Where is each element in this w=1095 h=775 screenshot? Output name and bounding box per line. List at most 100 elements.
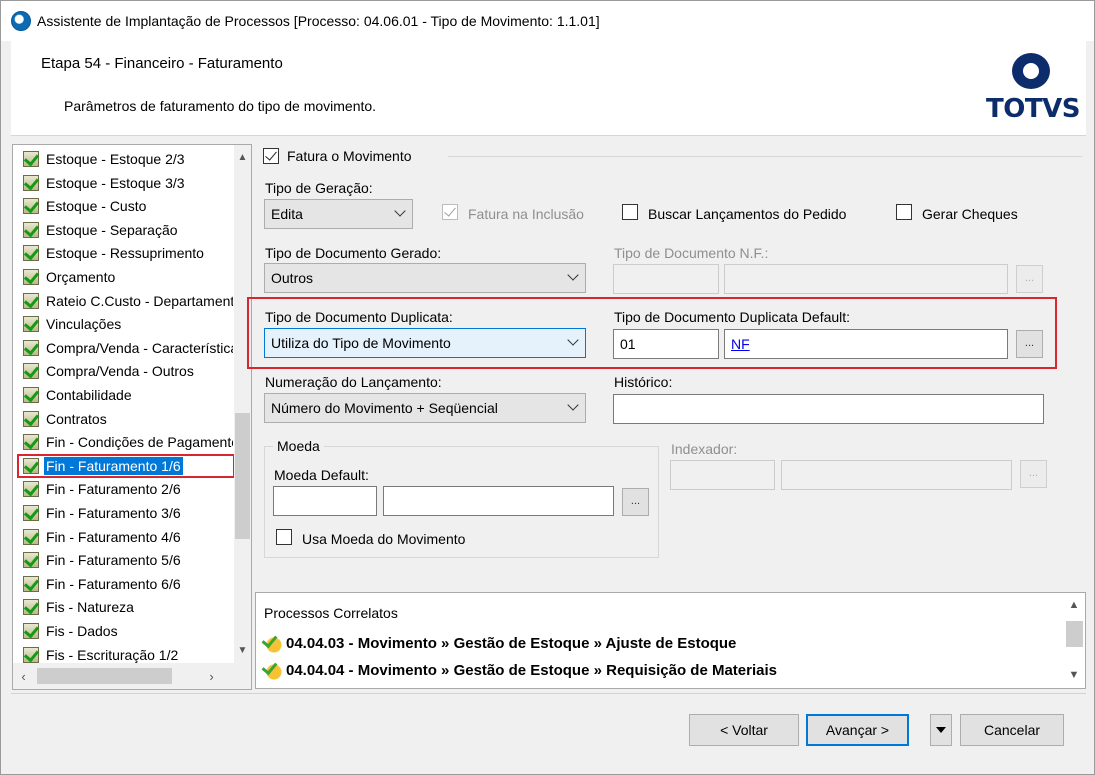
- tree-item[interactable]: Fin - Condições de Pagamento: [23, 431, 233, 453]
- tree-item[interactable]: Orçamento: [23, 266, 233, 288]
- tree-item[interactable]: Vinculações: [23, 313, 233, 335]
- totvs-logo: TOTVS: [986, 53, 1080, 133]
- numeracao-lancamento-select[interactable]: Número do Movimento + Seqüencial: [264, 393, 586, 423]
- tree-item[interactable]: Estoque - Separação: [23, 219, 233, 241]
- tree-item-label: Compra/Venda - Outros: [46, 363, 194, 380]
- tree-item[interactable]: Fis - Dados: [23, 620, 233, 642]
- related-process-item[interactable]: 04.04.03 - Movimento » Gestão de Estoque…: [262, 633, 736, 653]
- tipo-documento-nf-desc: [724, 264, 1008, 294]
- related-scrollbar[interactable]: ▲ ▼: [1063, 593, 1085, 688]
- moeda-lookup-button[interactable]: ...: [622, 488, 649, 516]
- tipo-documento-duplicata-lookup-button[interactable]: ...: [1016, 330, 1043, 358]
- scroll-down-icon[interactable]: ▼: [234, 642, 251, 659]
- tree-item[interactable]: Fis - Natureza: [23, 596, 233, 618]
- tipo-documento-duplicata-default-link[interactable]: NF: [731, 336, 750, 352]
- tipo-documento-duplicata-label: Tipo de Documento Duplicata:: [265, 309, 453, 325]
- step-done-icon: [23, 410, 39, 427]
- tree-item[interactable]: Compra/Venda - Outros: [23, 360, 233, 382]
- back-button[interactable]: < Voltar: [689, 714, 799, 746]
- tree-item-label: Fin - Faturamento 2/6: [46, 481, 181, 498]
- next-button[interactable]: Avançar >: [806, 714, 909, 746]
- tipo-documento-gerado-select[interactable]: Outros: [264, 263, 586, 293]
- tree-item[interactable]: Contabilidade: [23, 384, 233, 406]
- scroll-up-icon[interactable]: ▲: [234, 149, 251, 166]
- tipo-documento-duplicata-default-desc[interactable]: NF: [724, 329, 1008, 359]
- tree-item[interactable]: Compra/Venda - Características: [23, 337, 233, 359]
- tree-item-label: Fis - Escrituração 1/2: [46, 646, 179, 663]
- indexador-label: Indexador:: [671, 441, 738, 457]
- step-description: Parâmetros de faturamento do tipo de mov…: [64, 98, 377, 114]
- step-done-icon: [23, 174, 39, 191]
- tree-item[interactable]: Fin - Faturamento 4/6: [23, 526, 233, 548]
- tipo-documento-duplicata-default-code[interactable]: 01: [613, 329, 719, 359]
- tree-item-label: Estoque - Estoque 2/3: [46, 151, 185, 167]
- related-process-label[interactable]: 04.04.03 - Movimento » Gestão de Estoque…: [286, 635, 736, 652]
- steps-tree[interactable]: Estoque - Estoque 2/3 Estoque - Estoque 3…: [12, 144, 252, 690]
- tree-scroll-thumb[interactable]: [235, 413, 250, 539]
- window-title: Assistente de Implantação de Processos […: [37, 13, 600, 29]
- step-done-icon: [23, 339, 39, 356]
- title-bar: Assistente de Implantação de Processos […: [1, 1, 1094, 41]
- related-process-item[interactable]: 04.04.04 - Movimento » Gestão de Estoque…: [262, 660, 777, 680]
- gerar-cheques-checkbox[interactable]: [896, 204, 912, 220]
- step-done-icon: [23, 623, 39, 639]
- tree-item[interactable]: Fin - Faturamento 6/6: [23, 573, 233, 595]
- logo-text: TOTVS: [986, 94, 1080, 124]
- tipo-geracao-label: Tipo de Geração:: [265, 180, 373, 196]
- step-done-icon: [23, 599, 39, 616]
- related-scroll-thumb[interactable]: [1066, 621, 1083, 647]
- chevron-down-icon: [394, 205, 406, 217]
- moeda-default-label: Moeda Default:: [274, 467, 369, 483]
- step-done-icon: [23, 269, 39, 285]
- related-processes-panel: Processos Correlatos 04.04.03 - Moviment…: [255, 592, 1086, 689]
- historico-input[interactable]: [613, 394, 1044, 424]
- tree-item-label: Contratos: [46, 410, 107, 427]
- tree-item[interactable]: Fin - Faturamento 2/6: [23, 478, 233, 500]
- scroll-right-icon[interactable]: ›: [203, 668, 220, 685]
- tree-item-label: Compra/Venda - Características: [46, 339, 233, 356]
- fatura-inclusao-checkbox[interactable]: [442, 204, 458, 220]
- step-done-icon: [23, 552, 39, 569]
- tree-item-label: Rateio C.Custo - Departamento: [46, 292, 233, 309]
- tree-item-label: Estoque - Estoque 3/3: [46, 174, 185, 191]
- tree-hscroll-thumb[interactable]: [37, 668, 172, 684]
- tree-vertical-scrollbar[interactable]: ▲ ▼: [234, 145, 251, 663]
- tree-item-label: Fin - Faturamento 3/6: [46, 505, 181, 521]
- tree-item[interactable]: Estoque - Ressuprimento: [23, 242, 233, 264]
- tree-horizontal-scrollbar[interactable]: ‹ ›: [13, 663, 251, 689]
- tree-item-label: Fin - Faturamento 6/6: [46, 575, 181, 592]
- wizard-header: Etapa 54 - Financeiro - Faturamento Parâ…: [11, 41, 1086, 136]
- moeda-default-code[interactable]: [273, 486, 377, 516]
- cancel-button[interactable]: Cancelar: [960, 714, 1064, 746]
- tipo-geracao-value: Edita: [271, 206, 303, 222]
- tipo-documento-duplicata-select[interactable]: Utiliza do Tipo de Movimento: [264, 328, 586, 358]
- tree-item[interactable]: Estoque - Custo: [23, 195, 233, 217]
- step-done-icon: [23, 292, 39, 309]
- group-separator: [448, 156, 1082, 157]
- tree-item-label: Estoque - Separação: [46, 221, 178, 238]
- fatura-movimento-checkbox[interactable]: [263, 148, 279, 164]
- step-done-icon: [23, 505, 39, 521]
- moeda-group-label: Moeda: [273, 438, 324, 454]
- tree-item[interactable]: Rateio C.Custo - Departamento: [23, 290, 233, 312]
- buscar-lancamentos-checkbox[interactable]: [622, 204, 638, 220]
- tree-item[interactable]: Estoque - Estoque 2/3: [23, 148, 233, 170]
- scroll-left-icon[interactable]: ‹: [15, 668, 32, 685]
- tipo-geracao-select[interactable]: Edita: [264, 199, 413, 229]
- related-processes-title: Processos Correlatos: [264, 605, 398, 621]
- tree-item[interactable]: Fin - Faturamento 3/6: [23, 502, 233, 524]
- related-process-label[interactable]: 04.04.04 - Movimento » Gestão de Estoque…: [286, 662, 777, 679]
- tree-item[interactable]: Contratos: [23, 408, 233, 430]
- usa-moeda-movimento-checkbox[interactable]: [276, 529, 292, 545]
- moeda-default-desc[interactable]: [383, 486, 614, 516]
- step-done-icon: [23, 198, 39, 215]
- tree-item[interactable]: Estoque - Estoque 3/3: [23, 172, 233, 194]
- scroll-up-icon[interactable]: ▲: [1063, 599, 1085, 611]
- tree-item[interactable]: Fin - Faturamento 5/6: [23, 549, 233, 571]
- options-dropdown-button[interactable]: [930, 714, 952, 746]
- tipo-documento-nf-lookup-button: ...: [1016, 265, 1043, 293]
- fatura-inclusao-label: Fatura na Inclusão: [468, 206, 584, 222]
- tree-item[interactable]: Fis - Escrituração 1/2: [23, 644, 233, 663]
- tree-item[interactable]: Fin - Faturamento 1/6: [17, 453, 235, 478]
- scroll-down-icon[interactable]: ▼: [1063, 669, 1085, 681]
